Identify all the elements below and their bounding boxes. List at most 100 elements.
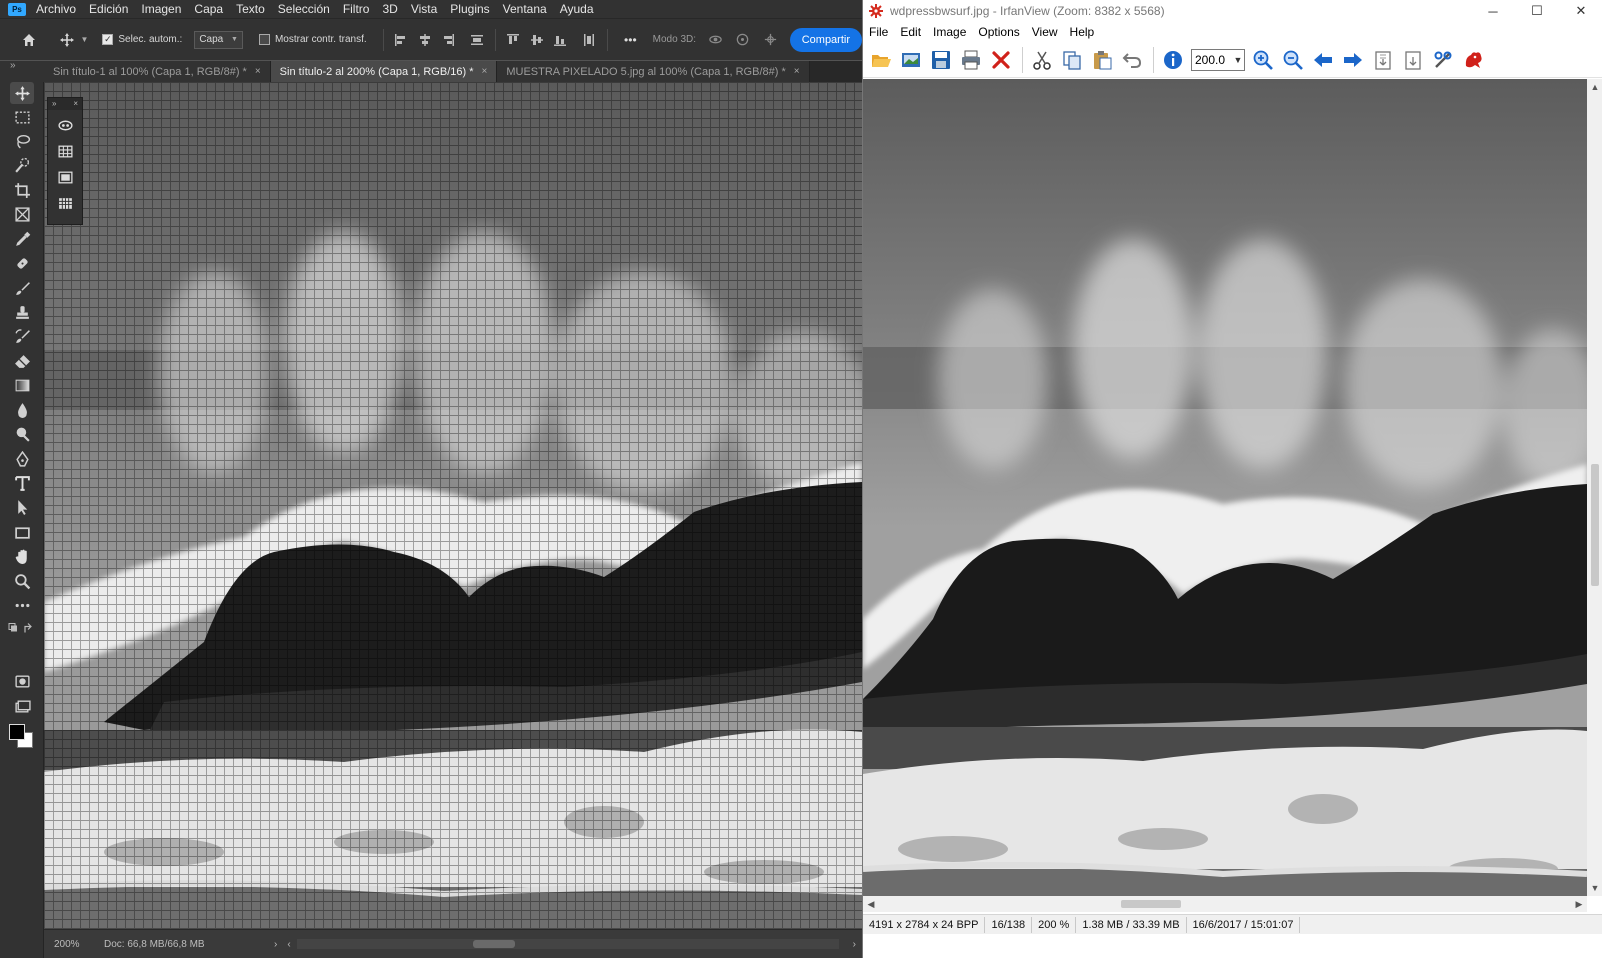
- copy-to-icon[interactable]: [1369, 46, 1397, 74]
- history-brush-tool-icon[interactable]: [10, 325, 34, 347]
- ps-menu-texto[interactable]: Texto: [236, 2, 265, 16]
- scroll-down-icon[interactable]: ▼: [1587, 880, 1602, 896]
- zoom-out-icon[interactable]: [1279, 46, 1307, 74]
- scrollbar-thumb[interactable]: [1591, 464, 1599, 586]
- healing-brush-tool-icon[interactable]: [10, 252, 34, 274]
- zoom-combo[interactable]: 200.0 ▼: [1191, 48, 1245, 71]
- move-to-icon[interactable]: [1399, 46, 1427, 74]
- marquee-tool-icon[interactable]: [10, 106, 34, 128]
- previous-image-icon[interactable]: [1309, 46, 1337, 74]
- ps-menu-capa[interactable]: Capa: [194, 2, 223, 16]
- undo-icon[interactable]: [1118, 46, 1146, 74]
- ps-document-canvas[interactable]: [44, 82, 862, 929]
- cut-icon[interactable]: [1028, 46, 1056, 74]
- quick-mask-icon[interactable]: [10, 670, 34, 692]
- eraser-tool-icon[interactable]: [10, 350, 34, 372]
- lasso-tool-icon[interactable]: [10, 130, 34, 152]
- table-panel-icon[interactable]: [53, 140, 77, 162]
- rectangle-tool-icon[interactable]: [10, 521, 34, 543]
- align-middle-v-icon[interactable]: [527, 30, 546, 50]
- blur-tool-icon[interactable]: [10, 399, 34, 421]
- tab-document-2[interactable]: Sin título-2 al 200% (Capa 1, RGB/16) * …: [270, 61, 498, 82]
- ps-menu-edicion[interactable]: Edición: [89, 2, 128, 16]
- align-right-icon[interactable]: [438, 30, 457, 50]
- pen-tool-icon[interactable]: [10, 448, 34, 470]
- quick-selection-tool-icon[interactable]: [10, 154, 34, 176]
- chevron-down-icon[interactable]: ▼: [80, 35, 88, 44]
- tab-document-3[interactable]: MUESTRA PIXELADO 5.jpg al 100% (Capa 1, …: [497, 61, 810, 82]
- more-tools-icon[interactable]: [10, 594, 34, 616]
- align-bottom-icon[interactable]: [550, 30, 569, 50]
- ps-menu-imagen[interactable]: Imagen: [141, 2, 181, 16]
- distribute-icon[interactable]: [468, 30, 487, 50]
- orbit-3d-icon[interactable]: [705, 29, 726, 51]
- align-top-icon[interactable]: [504, 30, 523, 50]
- zoom-level[interactable]: 200%: [44, 939, 104, 950]
- ps-menu-archivo[interactable]: Archivo: [36, 2, 76, 16]
- expand-icon[interactable]: »: [52, 98, 56, 110]
- next-image-icon[interactable]: [1339, 46, 1367, 74]
- eyedropper-tool-icon[interactable]: [10, 228, 34, 250]
- scroll-right-icon[interactable]: ▶: [1571, 896, 1587, 912]
- frame-tool-icon[interactable]: [10, 203, 34, 225]
- share-button[interactable]: Compartir: [789, 27, 862, 52]
- path-selection-tool-icon[interactable]: [10, 496, 34, 518]
- panel-collapse-icon[interactable]: »: [0, 61, 44, 82]
- scrollbar-thumb[interactable]: [1121, 900, 1181, 908]
- 3d-panel-icon[interactable]: [53, 114, 77, 136]
- ps-menu-vista[interactable]: Vista: [411, 2, 437, 16]
- pan-3d-icon[interactable]: [759, 29, 780, 51]
- gradient-panel-icon[interactable]: [53, 166, 77, 188]
- close-button[interactable]: ✕: [1559, 3, 1602, 19]
- close-icon[interactable]: ×: [255, 66, 261, 77]
- gradient-tool-icon[interactable]: [10, 374, 34, 396]
- ps-menu-ayuda[interactable]: Ayuda: [560, 2, 594, 16]
- iv-menu-image[interactable]: Image: [933, 25, 966, 39]
- close-icon[interactable]: ×: [794, 66, 800, 77]
- show-transform-checkbox[interactable]: Mostrar contr. transf.: [258, 34, 367, 45]
- foreground-color-swatch[interactable]: [9, 724, 25, 740]
- pattern-panel-icon[interactable]: [53, 192, 77, 214]
- iv-menu-help[interactable]: Help: [1070, 25, 1095, 39]
- auto-select-checkbox[interactable]: ✓ Selec. autom.:: [102, 34, 182, 45]
- move-options-icon[interactable]: [56, 29, 77, 51]
- print-icon[interactable]: [957, 46, 985, 74]
- ps-menu-ventana[interactable]: Ventana: [503, 2, 547, 16]
- slideshow-icon[interactable]: [897, 46, 925, 74]
- brush-tool-icon[interactable]: [10, 277, 34, 299]
- ps-menu-plugins[interactable]: Plugins: [450, 2, 489, 16]
- iv-menu-view[interactable]: View: [1032, 25, 1058, 39]
- ps-menu-3d[interactable]: 3D: [382, 2, 397, 16]
- iv-menu-options[interactable]: Options: [978, 25, 1019, 39]
- zoom-in-icon[interactable]: [1249, 46, 1277, 74]
- scroll-up-icon[interactable]: ▲: [1587, 79, 1602, 95]
- save-icon[interactable]: [927, 46, 955, 74]
- swap-colors-icon[interactable]: [5, 617, 35, 639]
- paste-icon[interactable]: [1088, 46, 1116, 74]
- zoom-tool-icon[interactable]: [10, 570, 34, 592]
- home-icon[interactable]: [18, 29, 39, 51]
- more-options-button[interactable]: •••: [624, 33, 637, 47]
- horizontal-scrollbar[interactable]: ◀ ▶: [863, 896, 1587, 912]
- iv-image-view[interactable]: [863, 79, 1587, 896]
- layer-select-dropdown[interactable]: Capa ▼: [194, 30, 243, 49]
- crop-tool-icon[interactable]: [10, 179, 34, 201]
- chevron-right-icon[interactable]: ›: [274, 939, 277, 950]
- scroll-left-icon[interactable]: ◀: [863, 896, 879, 912]
- chevron-left-icon[interactable]: ‹: [287, 939, 290, 950]
- settings-tools-icon[interactable]: [1429, 46, 1457, 74]
- close-icon[interactable]: ×: [482, 66, 488, 77]
- horizontal-scrollbar[interactable]: [296, 939, 839, 949]
- roll-3d-icon[interactable]: [732, 29, 753, 51]
- distribute-v-icon[interactable]: [580, 30, 599, 50]
- tab-document-1[interactable]: Sin título-1 al 100% (Capa 1, RGB/8#) * …: [44, 61, 271, 82]
- move-tool-icon[interactable]: [10, 82, 34, 104]
- info-icon[interactable]: [1159, 46, 1187, 74]
- copy-icon[interactable]: [1058, 46, 1086, 74]
- align-center-h-icon[interactable]: [415, 30, 434, 50]
- open-folder-icon[interactable]: [867, 46, 895, 74]
- iv-menu-edit[interactable]: Edit: [900, 25, 921, 39]
- scrollbar-thumb[interactable]: [472, 940, 515, 948]
- type-tool-icon[interactable]: [10, 472, 34, 494]
- minimize-button[interactable]: ─: [1471, 4, 1515, 19]
